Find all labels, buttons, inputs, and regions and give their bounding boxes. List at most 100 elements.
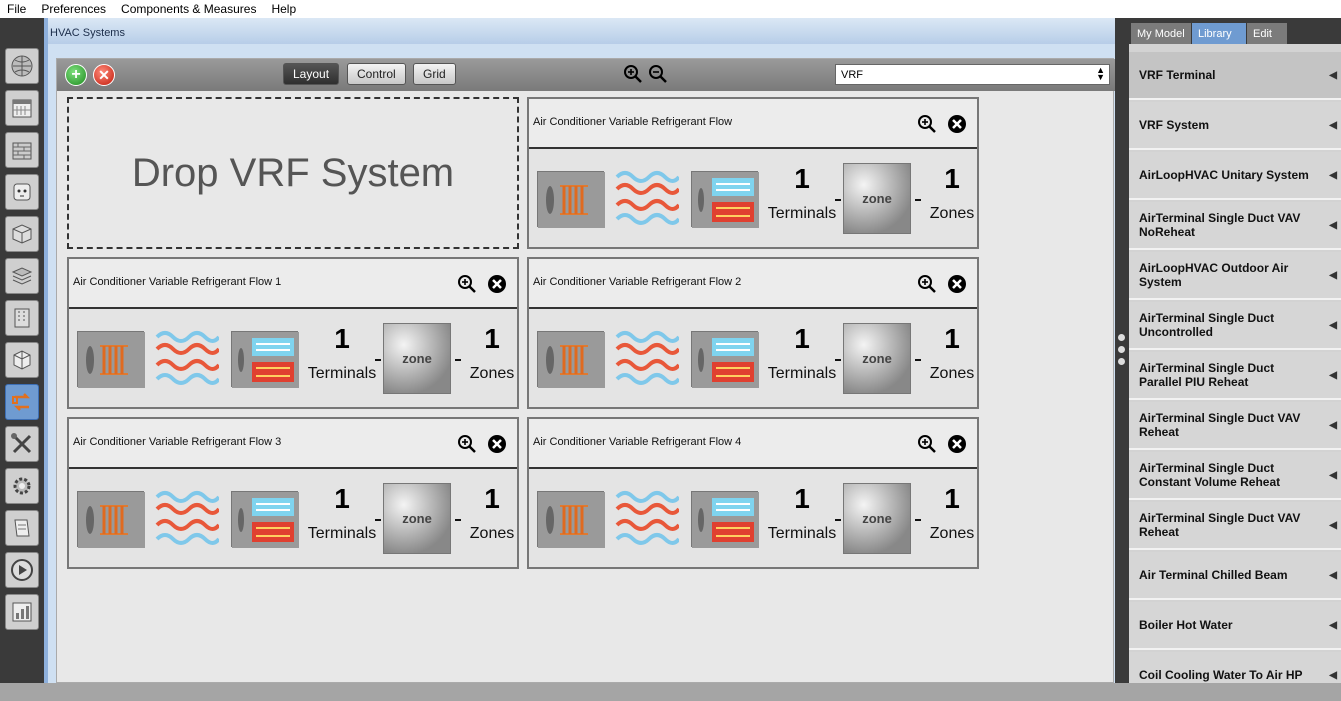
close-icon[interactable] — [947, 274, 967, 294]
tab-library[interactable]: Library — [1192, 23, 1246, 44]
left-tab-schedules[interactable] — [5, 90, 39, 126]
vrf-terminal-icon[interactable] — [691, 491, 759, 548]
left-tab-spaces[interactable] — [5, 342, 39, 378]
expand-arrow-icon[interactable]: ◀ — [1329, 519, 1337, 533]
zone-drop-target[interactable]: zone — [383, 323, 451, 394]
expand-arrow-icon[interactable]: ◀ — [1329, 169, 1337, 183]
zoom-in-icon[interactable] — [917, 434, 937, 454]
vrf-terminal-icon[interactable] — [691, 331, 759, 388]
expand-arrow-icon[interactable]: ◀ — [1329, 569, 1337, 583]
library-item[interactable]: VRF Terminal ◀ — [1129, 52, 1341, 100]
system-type-select[interactable]: VRF ▲ ▼ — [835, 64, 1110, 85]
library-item-label: AirTerminal Single Duct Constant Volume … — [1139, 461, 1281, 489]
left-tab-facility[interactable] — [5, 300, 39, 336]
expand-arrow-icon[interactable]: ◀ — [1329, 419, 1337, 433]
left-tab-loads[interactable] — [5, 174, 39, 210]
left-tab-run[interactable] — [5, 552, 39, 588]
expand-arrow-icon[interactable]: ◀ — [1329, 69, 1337, 83]
library-item-label: AirTerminal Single Duct Parallel PIU Reh… — [1139, 361, 1275, 389]
vrf-terminal-icon[interactable] — [231, 331, 299, 388]
close-icon[interactable] — [947, 114, 967, 134]
system-name: Air Conditioner Variable Refrigerant Flo… — [73, 436, 282, 448]
results-icon — [12, 602, 32, 622]
left-tab-measures[interactable] — [5, 426, 39, 462]
expand-arrow-icon[interactable]: ◀ — [1329, 319, 1337, 333]
library-item[interactable]: AirTerminal Single Duct Parallel PIU Reh… — [1129, 352, 1341, 400]
library-item-label: AirTerminal Single Duct VAV Reheat — [1139, 411, 1301, 439]
left-tab-scripts[interactable] — [5, 510, 39, 546]
zoom-in-icon[interactable] — [457, 434, 477, 454]
library-item[interactable]: AirLoopHVAC Outdoor Air System ◀ — [1129, 252, 1341, 300]
tab-my-model[interactable]: My Model — [1131, 23, 1191, 44]
expand-arrow-icon[interactable]: ◀ — [1329, 469, 1337, 483]
library-item[interactable]: AirTerminal Single Duct VAV Reheat ◀ — [1129, 502, 1341, 550]
layout-button[interactable]: Layout — [283, 63, 340, 85]
library-item[interactable]: AirTerminal Single Duct Constant Volume … — [1129, 452, 1341, 500]
vrf-system-card[interactable]: Air Conditioner Variable Refrigerant Flo… — [527, 97, 979, 249]
library-item[interactable]: VRF System ◀ — [1129, 102, 1341, 150]
left-tab-space-types[interactable] — [5, 216, 39, 252]
remove-system-button[interactable]: ✕ — [93, 64, 115, 86]
zoom-in-icon[interactable] — [917, 114, 937, 134]
library-item[interactable]: Coil Cooling Water To Air HP ◀ — [1129, 652, 1341, 683]
library-item-label: AirTerminal Single Duct VAV Reheat — [1139, 511, 1301, 539]
simulation-settings-icon — [13, 477, 31, 495]
expand-arrow-icon[interactable]: ◀ — [1329, 669, 1337, 683]
library-item-label: AirLoopHVAC Outdoor Air System — [1139, 261, 1289, 289]
menu-file[interactable]: File — [0, 2, 34, 16]
library-item[interactable]: AirLoopHVAC Unitary System ◀ — [1129, 152, 1341, 200]
left-tab-constructions[interactable] — [5, 132, 39, 168]
vrf-system-card[interactable]: Air Conditioner Variable Refrigerant Flo… — [527, 257, 979, 409]
condenser-unit-icon[interactable] — [537, 491, 605, 548]
zone-drop-target[interactable]: zone — [843, 323, 911, 394]
library-item[interactable]: AirTerminal Single Duct VAV Reheat ◀ — [1129, 402, 1341, 450]
close-icon[interactable] — [947, 434, 967, 454]
expand-arrow-icon[interactable]: ◀ — [1329, 619, 1337, 633]
condenser-unit-icon[interactable] — [537, 171, 605, 228]
vrf-system-card[interactable]: Air Conditioner Variable Refrigerant Flo… — [67, 257, 519, 409]
vrf-system-card[interactable]: Air Conditioner Variable Refrigerant Flo… — [527, 417, 979, 569]
zoom-in-icon[interactable] — [457, 274, 477, 294]
expand-arrow-icon[interactable]: ◀ — [1329, 369, 1337, 383]
library-item[interactable]: Air Terminal Chilled Beam ◀ — [1129, 552, 1341, 600]
zoom-in-icon[interactable] — [917, 274, 937, 294]
library-item-label: Boiler Hot Water — [1139, 618, 1233, 632]
add-system-button[interactable]: + — [65, 64, 87, 86]
library-panel: My Model Library Edit VRF Terminal ◀ VRF S… — [1129, 18, 1341, 683]
close-icon[interactable] — [487, 434, 507, 454]
vrf-terminal-icon[interactable] — [231, 491, 299, 548]
menu-help[interactable]: Help — [264, 2, 304, 16]
left-tab-site[interactable] — [5, 48, 39, 84]
tab-edit[interactable]: Edit — [1247, 23, 1287, 44]
vrf-system-card[interactable]: Air Conditioner Variable Refrigerant Flo… — [67, 417, 519, 569]
vrf-terminal-icon[interactable] — [691, 171, 759, 228]
library-item[interactable]: AirTerminal Single Duct Uncontrolled ◀ — [1129, 302, 1341, 350]
panel-splitter[interactable] — [1115, 18, 1129, 683]
left-tab-hvac-systems[interactable] — [5, 384, 39, 420]
zoom-out-icon[interactable] — [648, 64, 668, 84]
condenser-unit-icon[interactable] — [77, 331, 145, 388]
library-item[interactable]: AirTerminal Single Duct VAV NoReheat ◀ — [1129, 202, 1341, 250]
close-icon[interactable] — [487, 274, 507, 294]
expand-arrow-icon[interactable]: ◀ — [1329, 269, 1337, 283]
menu-components-measures[interactable]: Components & Measures — [114, 2, 264, 16]
zone-drop-target[interactable]: zone — [843, 483, 911, 554]
left-tab-results[interactable] — [5, 594, 39, 630]
space-types-icon — [12, 224, 32, 244]
left-tab-simulation-settings[interactable] — [5, 468, 39, 504]
left-tab-geometry[interactable] — [5, 258, 39, 294]
grid-button[interactable]: Grid — [413, 63, 456, 85]
zone-drop-target[interactable]: zone — [383, 483, 451, 554]
menu-preferences[interactable]: Preferences — [34, 2, 114, 16]
site-icon — [11, 55, 33, 77]
expand-arrow-icon[interactable]: ◀ — [1329, 219, 1337, 233]
control-button[interactable]: Control — [347, 63, 406, 85]
condenser-unit-icon[interactable] — [77, 491, 145, 548]
zone-drop-target[interactable]: zone — [843, 163, 911, 234]
system-name: Air Conditioner Variable Refrigerant Flo… — [533, 436, 742, 448]
condenser-unit-icon[interactable] — [537, 331, 605, 388]
drop-vrf-system-zone[interactable]: Drop VRF System — [67, 97, 519, 249]
expand-arrow-icon[interactable]: ◀ — [1329, 119, 1337, 133]
zoom-in-icon[interactable] — [623, 64, 643, 84]
library-item[interactable]: Boiler Hot Water ◀ — [1129, 602, 1341, 650]
